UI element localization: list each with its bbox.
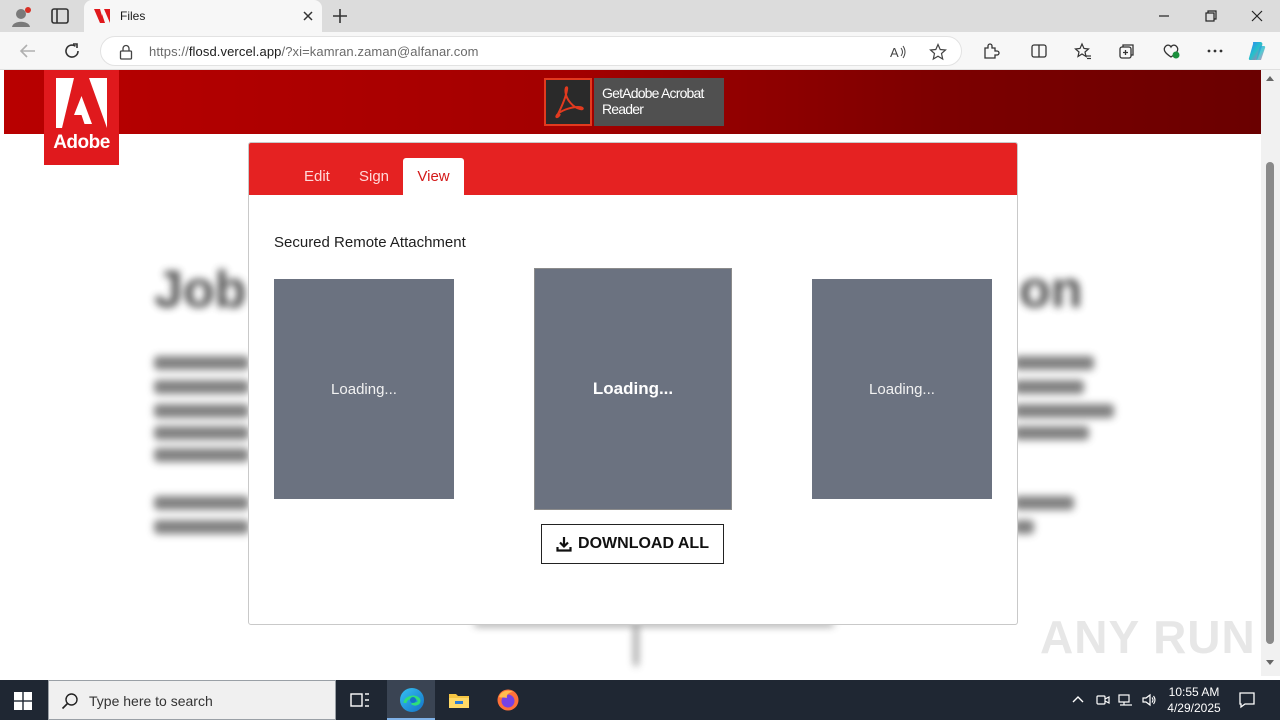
copilot-icon[interactable]	[1246, 40, 1268, 62]
article-line	[1014, 496, 1074, 510]
meet-now-icon[interactable]	[1095, 692, 1111, 708]
more-options-icon[interactable]	[1206, 42, 1224, 60]
taskbar-search-box[interactable]: Type here to search	[48, 680, 336, 720]
minimize-icon[interactable]	[1156, 8, 1172, 24]
read-aloud-icon[interactable]: A	[889, 43, 907, 61]
page-scrollbar[interactable]	[1261, 70, 1280, 676]
preview-loading-text: Loading...	[869, 380, 935, 398]
file-explorer-icon[interactable]	[447, 688, 471, 712]
url-text[interactable]: https://flosd.vercel.app/?xi=kamran.zama…	[149, 44, 479, 59]
close-window-icon[interactable]	[1249, 8, 1265, 24]
get-acrobat-reader-button[interactable]: GetAdobe Acrobat Reader	[544, 78, 724, 126]
article-line	[1014, 380, 1084, 394]
article-line	[154, 404, 249, 418]
attachment-preview-2[interactable]: Loading...	[534, 268, 732, 510]
network-icon[interactable]	[1118, 692, 1134, 708]
new-tab-icon[interactable]	[330, 6, 350, 26]
refresh-icon[interactable]	[62, 41, 82, 61]
clock-date: 4/29/2025	[1167, 701, 1221, 715]
scroll-down-icon[interactable]	[1266, 660, 1274, 665]
article-line	[154, 520, 249, 534]
lock-icon[interactable]	[119, 44, 133, 60]
browser-tab-bar: Files	[0, 0, 1280, 32]
download-icon	[556, 537, 572, 552]
task-view-icon[interactable]	[348, 688, 372, 712]
article-line	[1014, 426, 1089, 440]
article-line	[154, 380, 249, 394]
favorite-star-icon[interactable]	[929, 43, 947, 61]
tab-title: Files	[120, 9, 146, 23]
download-all-button[interactable]: DOWNLOAD ALL	[541, 524, 724, 564]
tab-edit[interactable]: Edit	[304, 158, 330, 195]
article-line	[1014, 356, 1094, 370]
browser-tab-files[interactable]: Files	[84, 0, 322, 32]
split-screen-icon[interactable]	[1030, 42, 1048, 60]
search-placeholder: Type here to search	[89, 693, 213, 709]
windows-start-icon[interactable]	[14, 692, 32, 710]
anyrun-watermark: ANY RUN	[1040, 611, 1256, 663]
acrobat-icon	[544, 78, 592, 126]
article-line	[1014, 404, 1114, 418]
attachment-preview-1[interactable]: Loading...	[274, 279, 454, 499]
edge-icon[interactable]	[399, 687, 425, 713]
tray-chevron-icon[interactable]	[1070, 692, 1086, 708]
tab-view[interactable]: View	[403, 158, 464, 195]
adobe-logo-icon	[56, 78, 107, 128]
windows-taskbar: Type here to search 10:55 AM 4/29/2025	[0, 680, 1280, 720]
collections-icon[interactable]	[1118, 42, 1136, 60]
scroll-thumb[interactable]	[1266, 162, 1274, 644]
adobe-favicon-icon	[94, 9, 110, 23]
favorites-icon[interactable]	[1074, 42, 1092, 60]
article-line	[154, 426, 249, 440]
notification-icon[interactable]	[1238, 691, 1256, 709]
get-acrobat-reader-label: GetAdobe Acrobat Reader	[594, 78, 724, 126]
clock-time: 10:55 AM	[1168, 685, 1220, 699]
attachment-modal: Edit Sign View Secured Remote Attachment…	[248, 142, 1018, 625]
preview-loading-text: Loading...	[592, 379, 674, 398]
firefox-icon[interactable]	[496, 688, 520, 712]
search-icon	[61, 693, 78, 710]
preview-loading-text: Loading...	[331, 380, 397, 398]
adobe-wordmark: Adobe	[53, 132, 110, 153]
browser-toolbar: https://flosd.vercel.app/?xi=kamran.zama…	[0, 32, 1280, 70]
attachment-preview-3[interactable]: Loading...	[812, 279, 992, 499]
article-line	[154, 448, 249, 462]
system-clock[interactable]: 10:55 AM 4/29/2025	[1164, 684, 1224, 716]
scroll-up-icon[interactable]	[1266, 76, 1274, 81]
profile-icon[interactable]	[10, 6, 32, 28]
back-icon[interactable]	[18, 41, 38, 61]
svg-text:A: A	[890, 45, 899, 60]
tab-actions-icon[interactable]	[50, 7, 70, 25]
close-tab-icon[interactable]	[300, 8, 316, 24]
article-line	[634, 626, 638, 666]
tab-sign[interactable]: Sign	[359, 158, 389, 195]
attachment-heading: Secured Remote Attachment	[274, 234, 466, 251]
address-bar[interactable]: https://flosd.vercel.app/?xi=kamran.zama…	[100, 36, 962, 66]
restore-icon[interactable]	[1203, 8, 1219, 24]
extensions-icon[interactable]	[982, 42, 1000, 60]
browser-essentials-icon[interactable]	[1162, 42, 1180, 60]
web-page: Adobe GetAdobe Acrobat Reader Job on Edi…	[4, 70, 1261, 676]
article-line	[154, 356, 249, 370]
article-title-right: on	[1019, 261, 1083, 319]
adobe-logo: Adobe	[44, 70, 119, 165]
download-all-label: DOWNLOAD ALL	[578, 535, 709, 552]
article-line	[154, 496, 249, 510]
volume-icon[interactable]	[1141, 692, 1157, 708]
article-title-left: Job	[154, 261, 247, 319]
